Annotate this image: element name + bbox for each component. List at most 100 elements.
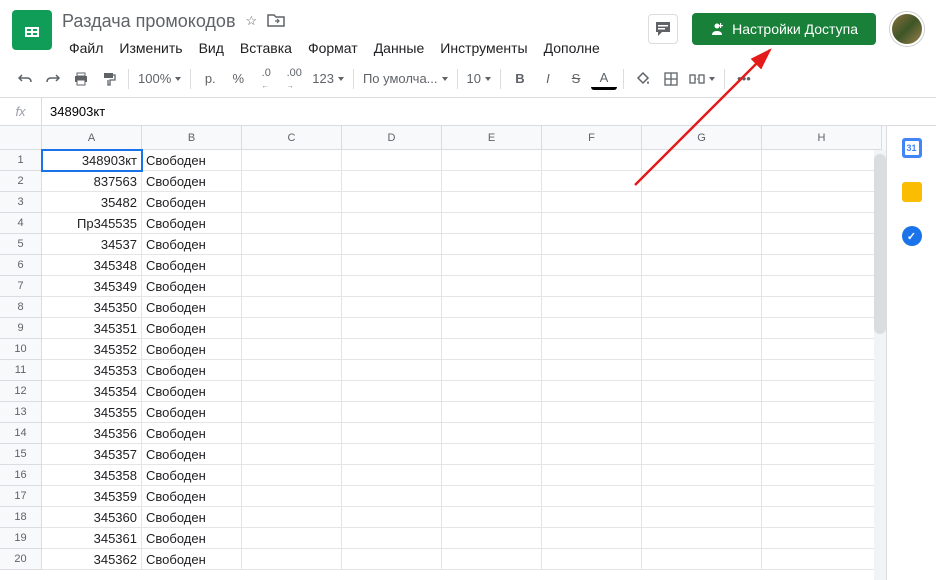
cell[interactable]: [442, 465, 542, 486]
cell[interactable]: [442, 339, 542, 360]
menu-data[interactable]: Данные: [367, 36, 432, 60]
cell[interactable]: [542, 339, 642, 360]
cell[interactable]: [642, 528, 762, 549]
cell[interactable]: Свободен: [142, 339, 242, 360]
menu-tools[interactable]: Инструменты: [433, 36, 534, 60]
cell[interactable]: [242, 381, 342, 402]
cell[interactable]: [642, 339, 762, 360]
cell[interactable]: 345362: [42, 549, 142, 570]
cell[interactable]: [642, 234, 762, 255]
row-header[interactable]: 14: [0, 423, 42, 444]
cell[interactable]: [542, 549, 642, 570]
cell[interactable]: [762, 381, 882, 402]
cell[interactable]: [542, 213, 642, 234]
row-header[interactable]: 2: [0, 171, 42, 192]
merge-cells-button[interactable]: [686, 66, 718, 92]
cell[interactable]: [442, 507, 542, 528]
cell[interactable]: [542, 360, 642, 381]
cell[interactable]: [342, 276, 442, 297]
currency-button[interactable]: р.: [197, 66, 223, 92]
cell[interactable]: [242, 423, 342, 444]
menu-view[interactable]: Вид: [192, 36, 231, 60]
move-to-folder-icon[interactable]: [267, 13, 285, 30]
cell[interactable]: [342, 549, 442, 570]
cell[interactable]: [762, 402, 882, 423]
cell[interactable]: 345352: [42, 339, 142, 360]
cell[interactable]: [442, 528, 542, 549]
cell[interactable]: [242, 276, 342, 297]
cell[interactable]: [442, 402, 542, 423]
cell[interactable]: [762, 171, 882, 192]
cell[interactable]: 34537: [42, 234, 142, 255]
cell[interactable]: 345354: [42, 381, 142, 402]
row-header[interactable]: 3: [0, 192, 42, 213]
cell[interactable]: Свободен: [142, 234, 242, 255]
more-toolbar-button[interactable]: •••: [731, 66, 757, 92]
cell[interactable]: [342, 171, 442, 192]
row-header[interactable]: 1: [0, 150, 42, 171]
cell[interactable]: [342, 381, 442, 402]
cell[interactable]: [242, 444, 342, 465]
cell[interactable]: [642, 549, 762, 570]
row-header[interactable]: 15: [0, 444, 42, 465]
row-header[interactable]: 12: [0, 381, 42, 402]
cell[interactable]: [542, 444, 642, 465]
increase-decimal-button[interactable]: .00→: [281, 66, 307, 92]
cell[interactable]: 348903кт: [42, 150, 142, 171]
cell[interactable]: [242, 297, 342, 318]
cell[interactable]: 345349: [42, 276, 142, 297]
cell[interactable]: [642, 192, 762, 213]
cell[interactable]: 345357: [42, 444, 142, 465]
cell[interactable]: [542, 234, 642, 255]
tasks-icon[interactable]: [902, 226, 922, 246]
cell[interactable]: [242, 150, 342, 171]
bold-button[interactable]: B: [507, 66, 533, 92]
cell[interactable]: Свободен: [142, 549, 242, 570]
cell[interactable]: [542, 255, 642, 276]
cell[interactable]: Свободен: [142, 171, 242, 192]
cell[interactable]: [642, 255, 762, 276]
cell[interactable]: [242, 234, 342, 255]
cell[interactable]: [242, 171, 342, 192]
row-header[interactable]: 8: [0, 297, 42, 318]
cell[interactable]: [242, 486, 342, 507]
cell[interactable]: [242, 549, 342, 570]
column-header[interactable]: F: [542, 126, 642, 150]
star-icon[interactable]: ☆: [246, 13, 258, 29]
cell[interactable]: [542, 297, 642, 318]
cell[interactable]: Свободен: [142, 150, 242, 171]
row-header[interactable]: 4: [0, 213, 42, 234]
menu-edit[interactable]: Изменить: [112, 36, 189, 60]
cell[interactable]: [542, 507, 642, 528]
cell[interactable]: [542, 381, 642, 402]
column-header[interactable]: D: [342, 126, 442, 150]
cell[interactable]: 345355: [42, 402, 142, 423]
fill-color-button[interactable]: [630, 66, 656, 92]
cell[interactable]: [342, 192, 442, 213]
cell[interactable]: [442, 255, 542, 276]
cell[interactable]: [242, 318, 342, 339]
cell[interactable]: [342, 444, 442, 465]
row-header[interactable]: 11: [0, 360, 42, 381]
cell[interactable]: [762, 297, 882, 318]
column-header[interactable]: E: [442, 126, 542, 150]
cell[interactable]: [542, 528, 642, 549]
redo-button[interactable]: [40, 66, 66, 92]
column-header[interactable]: B: [142, 126, 242, 150]
select-all-corner[interactable]: [0, 126, 42, 150]
menu-file[interactable]: Файл: [62, 36, 110, 60]
print-button[interactable]: [68, 66, 94, 92]
cell[interactable]: [242, 360, 342, 381]
more-formats-dropdown[interactable]: 123: [309, 66, 347, 92]
cell[interactable]: [642, 297, 762, 318]
percent-button[interactable]: %: [225, 66, 251, 92]
cell[interactable]: [442, 381, 542, 402]
cell[interactable]: [342, 402, 442, 423]
cell[interactable]: [442, 276, 542, 297]
row-header[interactable]: 13: [0, 402, 42, 423]
keep-icon[interactable]: [902, 182, 922, 202]
borders-button[interactable]: [658, 66, 684, 92]
row-header[interactable]: 20: [0, 549, 42, 570]
cell[interactable]: Свободен: [142, 444, 242, 465]
cell[interactable]: [642, 276, 762, 297]
